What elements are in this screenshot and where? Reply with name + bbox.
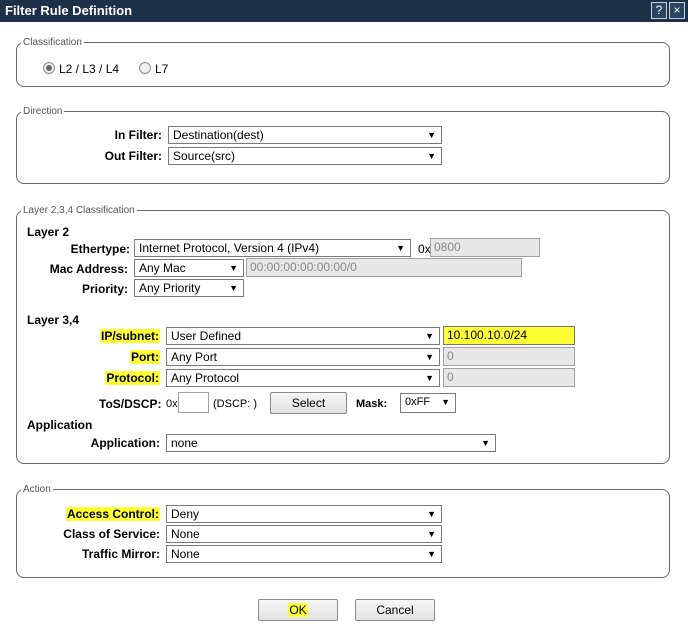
- access-control-value: Deny: [171, 507, 200, 521]
- chevron-down-icon: ▼: [427, 509, 436, 519]
- access-control-select[interactable]: Deny ▼: [166, 505, 442, 523]
- ethertype-hex-prefix: 0x: [418, 242, 431, 256]
- mac-address-select[interactable]: Any Mac ▼: [134, 259, 244, 277]
- chevron-down-icon: ▼: [425, 373, 434, 383]
- access-control-label: Access Control:: [65, 507, 160, 521]
- priority-select[interactable]: Any Priority ▼: [134, 279, 244, 297]
- chevron-down-icon: ▼: [396, 243, 405, 253]
- mac-address-label: Mac Address:: [49, 262, 128, 276]
- traffic-mirror-select[interactable]: None ▼: [166, 545, 442, 563]
- ethertype-hex-input[interactable]: 0800: [430, 238, 540, 257]
- priority-value: Any Priority: [139, 281, 201, 295]
- dscp-text: (DSCP: ): [213, 398, 257, 410]
- class-of-service-select[interactable]: None ▼: [166, 525, 442, 543]
- dialog-title: Filter Rule Definition: [5, 3, 133, 18]
- direction-legend: Direction: [23, 106, 63, 117]
- cancel-button[interactable]: Cancel: [355, 599, 435, 621]
- classification-legend: Classification: [23, 37, 82, 48]
- ok-button[interactable]: OK: [258, 599, 338, 621]
- chevron-down-icon: ▼: [229, 263, 238, 273]
- in-filter-value: Destination(dest): [173, 128, 264, 142]
- application-value: none: [171, 436, 198, 450]
- tos-label: ToS/DSCP:: [99, 397, 162, 411]
- protocol-select[interactable]: Any Protocol ▼: [166, 369, 440, 387]
- radio-l7-label: L7: [155, 62, 169, 76]
- chevron-down-icon: ▼: [425, 331, 434, 341]
- ip-subnet-input[interactable]: 10.100.10.0/24: [443, 326, 575, 345]
- out-filter-value: Source(src): [173, 149, 236, 163]
- protocol-value: Any Protocol: [171, 371, 240, 385]
- layer2-heading: Layer 2: [27, 225, 70, 239]
- ethertype-label: Ethertype:: [70, 242, 130, 256]
- ip-subnet-select[interactable]: User Defined ▼: [166, 327, 440, 345]
- mask-select[interactable]: 0xFF ▼: [400, 393, 456, 413]
- port-select[interactable]: Any Port ▼: [166, 348, 440, 366]
- port-value: Any Port: [171, 350, 218, 364]
- chevron-down-icon: ▼: [229, 283, 238, 293]
- ip-subnet-value: User Defined: [171, 329, 242, 343]
- tos-input[interactable]: [178, 392, 209, 413]
- tos-prefix: 0x: [166, 398, 178, 410]
- chevron-down-icon: ▼: [427, 151, 436, 161]
- radio-l7[interactable]: [139, 62, 151, 74]
- out-filter-label: Out Filter:: [104, 149, 162, 163]
- radio-l234[interactable]: [43, 62, 55, 74]
- ethertype-value: Internet Protocol, Version 4 (IPv4): [139, 241, 320, 255]
- radio-l234-label: L2 / L3 / L4: [59, 62, 120, 76]
- dialog-titlebar: Filter Rule Definition ? ×: [0, 0, 688, 22]
- port-label: Port:: [130, 350, 160, 364]
- close-icon[interactable]: ×: [669, 2, 685, 19]
- protocol-label: Protocol:: [105, 371, 160, 385]
- direction-group: Direction: [16, 106, 670, 184]
- mask-label: Mask:: [356, 398, 388, 410]
- chevron-down-icon: ▼: [427, 549, 436, 559]
- in-filter-select[interactable]: Destination(dest) ▼: [168, 126, 442, 144]
- action-legend: Action: [23, 484, 51, 495]
- application-heading: Application: [27, 418, 93, 432]
- chevron-down-icon: ▼: [427, 529, 436, 539]
- application-select[interactable]: none ▼: [166, 434, 496, 452]
- help-icon[interactable]: ?: [651, 2, 667, 19]
- chevron-down-icon: ▼: [441, 397, 450, 407]
- chevron-down-icon: ▼: [481, 438, 490, 448]
- chevron-down-icon: ▼: [427, 130, 436, 140]
- port-input[interactable]: 0: [443, 347, 575, 366]
- select-button[interactable]: Select: [270, 392, 347, 414]
- traffic-mirror-value: None: [171, 547, 200, 561]
- class-of-service-label: Class of Service:: [63, 527, 160, 541]
- layer-classification-legend: Layer 2,3,4 Classification: [23, 205, 135, 216]
- chevron-down-icon: ▼: [425, 352, 434, 362]
- out-filter-select[interactable]: Source(src) ▼: [168, 147, 442, 165]
- protocol-input[interactable]: 0: [443, 368, 575, 387]
- ip-subnet-label: IP/subnet:: [99, 329, 160, 343]
- priority-label: Priority:: [81, 282, 128, 296]
- mask-value: 0xFF: [405, 396, 431, 408]
- in-filter-label: In Filter:: [114, 128, 162, 142]
- mac-address-input[interactable]: 00:00:00:00:00:00/0: [246, 258, 522, 277]
- mac-address-value: Any Mac: [139, 261, 186, 275]
- ok-button-label: OK: [288, 603, 308, 617]
- application-label: Application:: [90, 436, 160, 450]
- class-of-service-value: None: [171, 527, 200, 541]
- traffic-mirror-label: Traffic Mirror:: [81, 547, 160, 561]
- layer34-heading: Layer 3,4: [27, 313, 80, 327]
- ethertype-select[interactable]: Internet Protocol, Version 4 (IPv4) ▼: [134, 239, 411, 257]
